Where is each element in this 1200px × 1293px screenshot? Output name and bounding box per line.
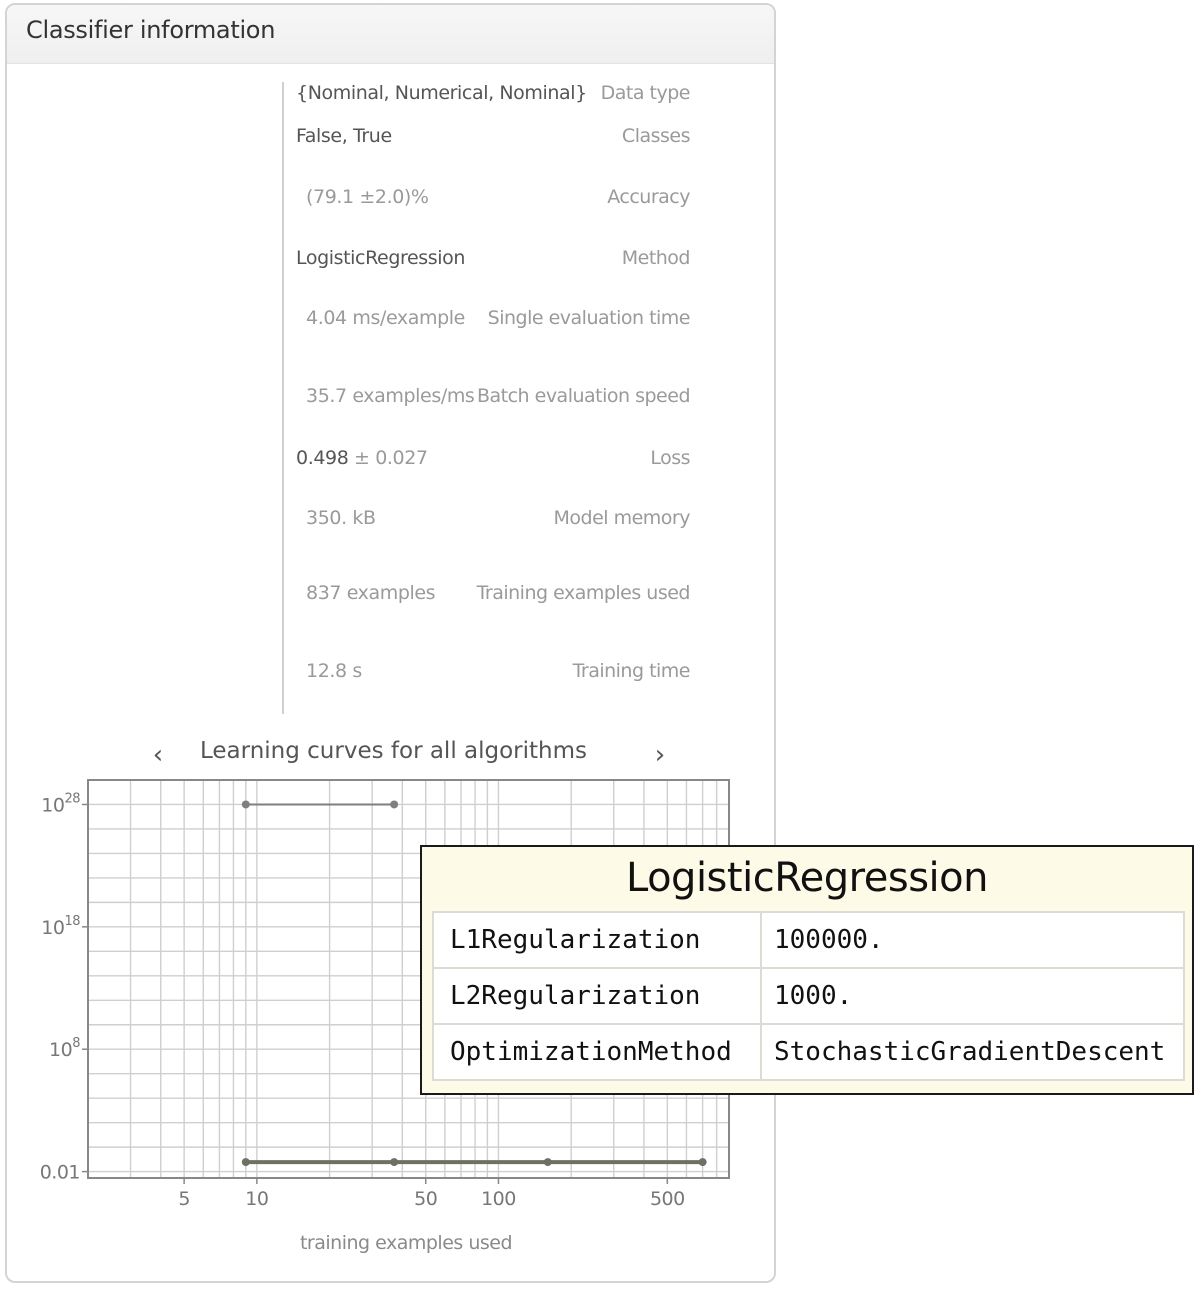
option-key: L1Regularization (432, 911, 762, 969)
x-tick-label: 10 (245, 1188, 268, 1210)
y-axis-ticks: 0.01 108 1018 1028 (40, 791, 88, 1184)
x-axis-ticks: 5 10 50 100 500 (178, 1178, 685, 1210)
option-value: 1000. (760, 967, 1185, 1025)
option-key: L2Regularization (432, 967, 762, 1025)
data-point (241, 1158, 250, 1167)
data-point (390, 800, 399, 809)
data-point (698, 1158, 707, 1167)
table-row: L1Regularization 100000. (432, 911, 1185, 969)
x-tick-label: 50 (414, 1188, 437, 1210)
tooltip-options-table: L1Regularization 100000. L2Regularizatio… (432, 911, 1185, 1081)
x-tick-label: 500 (650, 1188, 685, 1210)
data-point (543, 1158, 552, 1167)
x-tick-label: 5 (178, 1188, 190, 1210)
y-tick-label: 108 (49, 1036, 80, 1061)
option-value: 100000. (760, 911, 1185, 969)
x-tick-label: 100 (481, 1188, 516, 1210)
x-axis-label: training examples used (300, 1232, 512, 1254)
y-tick-label: 0.01 (40, 1162, 80, 1184)
y-tick-label: 1018 (41, 914, 80, 939)
learning-curves-chart: 0.01 108 1018 1028 5 10 50 100 500 training exa… (40, 779, 730, 1254)
option-value: StochasticGradientDescent (760, 1023, 1185, 1081)
tooltip-title: LogisticRegression (626, 855, 988, 901)
data-point (241, 800, 250, 809)
table-row: OptimizationMethod StochasticGradientDes… (432, 1023, 1185, 1081)
data-point (390, 1158, 399, 1167)
method-tooltip: LogisticRegression L1Regularization 1000… (420, 845, 1194, 1095)
option-key: OptimizationMethod (432, 1023, 762, 1081)
y-tick-label: 1028 (41, 791, 80, 816)
table-row: L2Regularization 1000. (432, 967, 1185, 1025)
